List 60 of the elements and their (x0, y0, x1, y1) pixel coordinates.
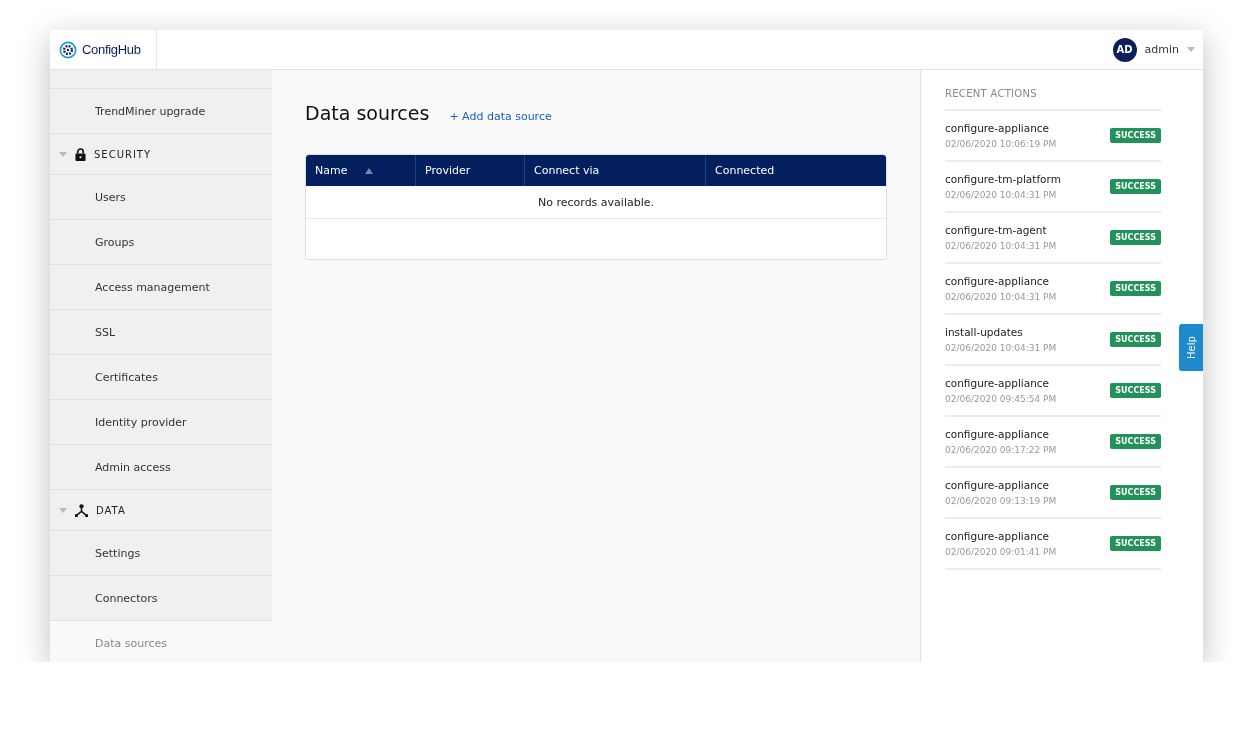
column-header[interactable]: Connected (706, 155, 886, 186)
sidebar-item[interactable]: Access management (50, 265, 272, 310)
column-header[interactable]: Name (306, 155, 416, 186)
section-label: SECURITY (94, 148, 152, 160)
logo-text: ConfigHub (82, 42, 141, 57)
sidebar-item[interactable]: Settings (50, 531, 272, 576)
action-name: configure-appliance (945, 479, 1051, 491)
action-name: install-updates (945, 326, 1024, 338)
sidebar-item[interactable]: SSL (50, 310, 272, 355)
status-badge: SUCCESS (1110, 383, 1161, 398)
action-time: 02/06/2020 09:13:19 PM (945, 496, 1057, 506)
action-name: configure-tm-agent (945, 224, 1048, 236)
page-title: Data sources (305, 102, 430, 124)
column-header[interactable]: Provider (416, 155, 525, 186)
empty-message: No records available. (306, 186, 886, 219)
add-data-source-link[interactable]: + Add data source (449, 110, 552, 123)
status-badge: SUCCESS (1110, 536, 1161, 551)
section-title: RECENT ACTIONS (945, 88, 1161, 111)
sidebar-item[interactable]: Certificates (50, 355, 272, 400)
status-badge: SUCCESS (1110, 179, 1161, 194)
action-time: 02/06/2020 09:45:54 PM (945, 394, 1057, 404)
sidebar-item[interactable]: Data sources (50, 621, 273, 662)
action-name: configure-appliance (945, 428, 1051, 440)
sidebar-item[interactable]: Identity provider (50, 400, 272, 445)
network-icon (75, 503, 88, 517)
action-time: 02/06/2020 10:04:31 PM (945, 343, 1057, 353)
caret-icon (1187, 47, 1195, 52)
action-name: configure-tm-platform (945, 173, 1061, 185)
column-header[interactable]: Connect via (525, 155, 706, 186)
action-time: 02/06/2020 10:06:19 PM (945, 139, 1057, 149)
user-name: admin (1144, 43, 1179, 56)
sidebar-item[interactable]: Users (50, 175, 272, 220)
action-time: 02/06/2020 09:01:41 PM (945, 547, 1057, 557)
action-time: 02/06/2020 09:17:22 PM (945, 445, 1057, 455)
caret-icon (59, 507, 67, 513)
status-badge: SUCCESS (1110, 230, 1161, 245)
action-time: 02/06/2020 10:04:31 PM (945, 190, 1058, 200)
lock-icon (75, 147, 86, 161)
action-name: configure-appliance (945, 275, 1051, 287)
status-badge: SUCCESS (1110, 332, 1161, 347)
status-badge: SUCCESS (1110, 434, 1161, 449)
status-badge: SUCCESS (1110, 281, 1161, 296)
action-name: configure-appliance (945, 122, 1051, 134)
section-label: DATA (96, 504, 126, 516)
action-name: configure-appliance (945, 377, 1051, 389)
status-badge: SUCCESS (1110, 128, 1161, 143)
help-tab[interactable]: Help (1179, 324, 1203, 371)
sidebar-section[interactable]: SECURITY (50, 134, 272, 175)
action-time: 02/06/2020 10:04:31 PM (945, 241, 1057, 251)
sidebar-item[interactable]: TrendMiner upgrade (50, 89, 272, 134)
sidebar-item[interactable]: Groups (50, 220, 272, 265)
user-menu[interactable]: AD admin (1112, 37, 1195, 62)
sidebar-item[interactable]: Admin access (50, 445, 272, 490)
gear-icon (59, 40, 77, 59)
avatar: AD (1112, 37, 1137, 62)
action-name: configure-appliance (945, 530, 1051, 542)
sidebar-section[interactable]: DATA (50, 490, 272, 531)
status-badge: SUCCESS (1110, 485, 1161, 500)
action-time: 02/06/2020 10:04:31 PM (945, 292, 1057, 302)
caret-icon (59, 151, 67, 157)
